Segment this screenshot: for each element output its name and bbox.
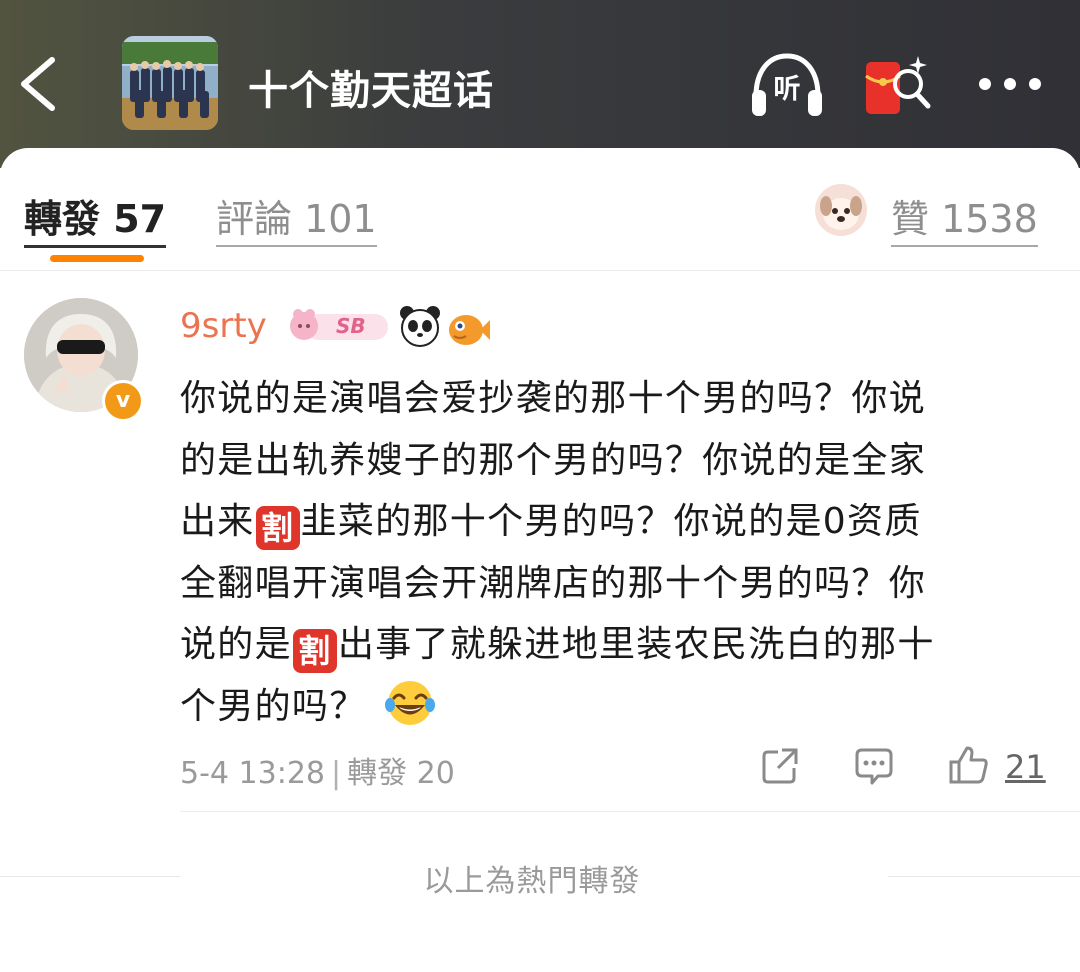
listen-label: 听 bbox=[773, 74, 801, 105]
fish-icon bbox=[446, 306, 490, 350]
active-tab-indicator bbox=[50, 255, 144, 262]
more-button[interactable] bbox=[975, 64, 1045, 104]
like-button[interactable] bbox=[948, 744, 990, 786]
tab-comments[interactable]: 評論 101 bbox=[216, 188, 377, 247]
repost-content: 你说的是演唱会爱抄袭的那十个男的吗？你说 的是出轨养嫂子的那个男的吗？你说的是全… bbox=[180, 368, 1040, 737]
red-packet-search-icon bbox=[865, 56, 931, 114]
content-line: 的是出轨养嫂子的那个男的吗？你说的是全家 bbox=[180, 439, 927, 481]
username[interactable]: 9srty bbox=[180, 306, 267, 346]
thumbs-up-icon bbox=[949, 746, 988, 784]
back-button[interactable] bbox=[12, 52, 64, 116]
level-badge-text: SB bbox=[336, 314, 366, 338]
more-dots-icon bbox=[979, 78, 1041, 90]
listen-button[interactable]: 听 bbox=[748, 50, 826, 120]
comment-button[interactable] bbox=[854, 746, 894, 786]
level-badge: SB bbox=[286, 306, 390, 346]
hot-reposts-label: 以上為熱門轉發 bbox=[423, 864, 641, 899]
divider bbox=[180, 811, 1080, 812]
panda-icon bbox=[398, 304, 442, 348]
content-line: 出来割韭菜的那十个男的吗？你说的是0资质 bbox=[180, 491, 1040, 553]
liker-avatar bbox=[815, 184, 867, 236]
content-line: 说的是割出事了就躲进地里装农民洗白的那十 bbox=[180, 614, 1040, 676]
top-bar: 十个勤天超话 听 bbox=[0, 0, 1080, 168]
like-count[interactable]: 21 bbox=[1005, 748, 1046, 786]
tab-reposts[interactable]: 轉發 57 bbox=[24, 188, 167, 248]
cut-sticker-icon: 割 bbox=[255, 506, 300, 550]
share-icon bbox=[762, 748, 798, 784]
verified-badge: v bbox=[102, 380, 144, 422]
content-line: 个男的吗？ bbox=[180, 676, 1040, 738]
topic-title[interactable]: 十个勤天超话 bbox=[248, 58, 494, 116]
repost-meta: 5-4 13:28 | 轉發 20 bbox=[180, 756, 455, 791]
tab-likes[interactable]: 贊 1538 bbox=[891, 188, 1038, 247]
topic-thumbnail[interactable] bbox=[122, 36, 218, 130]
laughing-tears-emoji bbox=[384, 678, 435, 728]
repost-count[interactable]: 轉發 20 bbox=[347, 756, 455, 791]
share-button[interactable] bbox=[760, 746, 800, 786]
repost-panel: 轉發 57 評論 101 贊 1538 v 9srty SB 你说的是演唱会爱抄… bbox=[0, 148, 1080, 972]
comment-icon bbox=[855, 748, 893, 785]
timestamp: 5-4 13:28 bbox=[180, 756, 325, 791]
red-packet-search-button[interactable] bbox=[862, 50, 936, 120]
content-line: 全翻唱开演唱会开潮牌店的那十个男的吗？你 bbox=[180, 562, 927, 604]
content-line: 你说的是演唱会爱抄袭的那十个男的吗？你说 bbox=[180, 378, 927, 419]
cut-sticker-icon: 割 bbox=[292, 629, 337, 673]
tab-bar: 轉發 57 評論 101 贊 1538 bbox=[0, 148, 1080, 271]
chevron-left-icon bbox=[21, 57, 55, 111]
